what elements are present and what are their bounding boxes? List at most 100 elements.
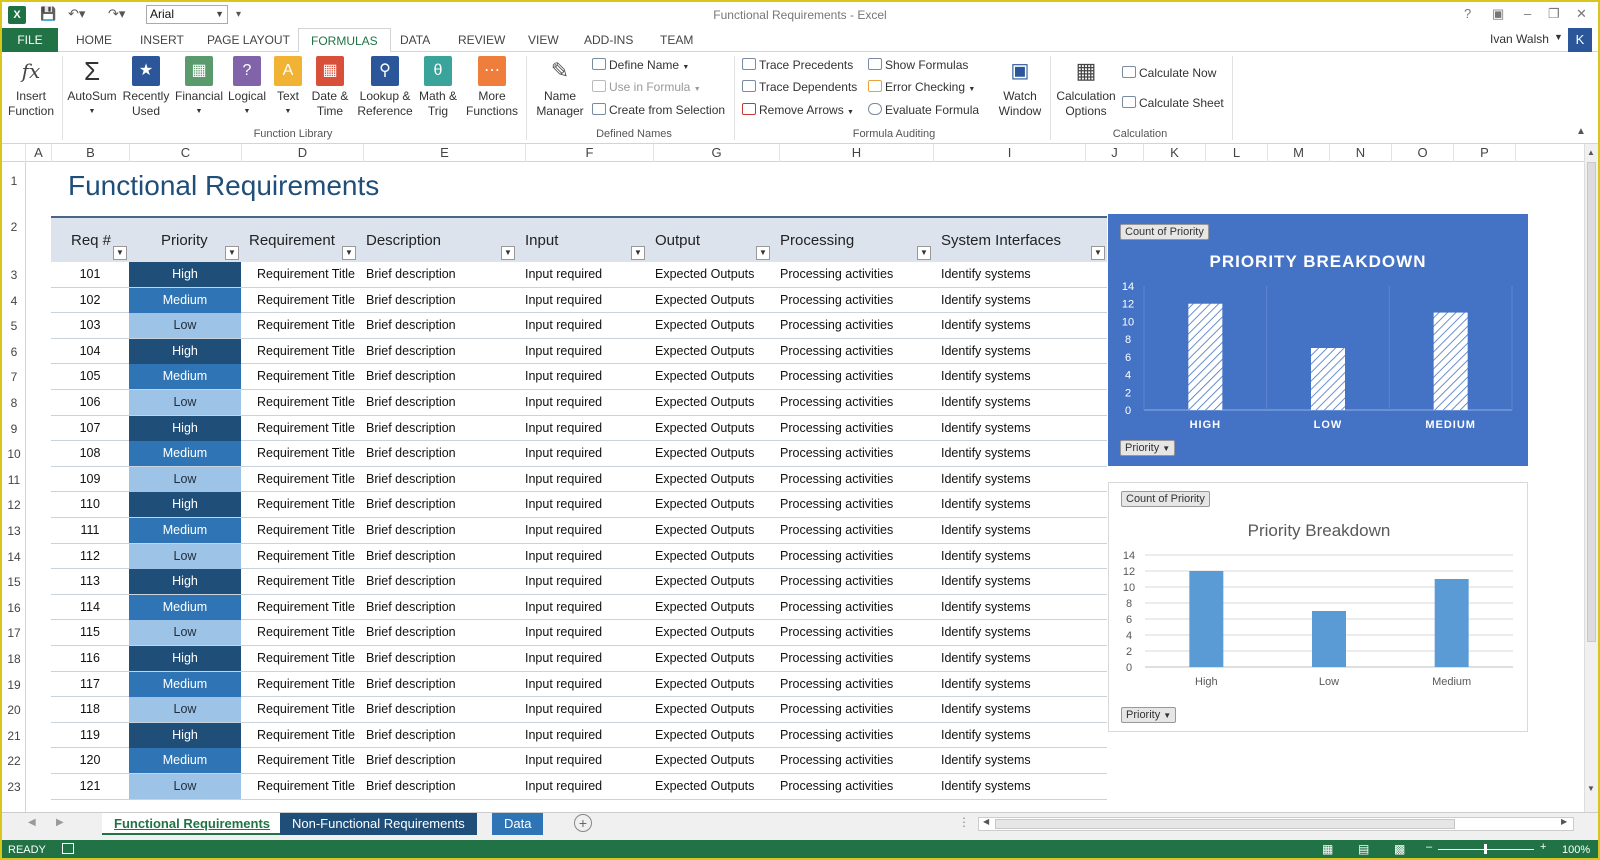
processing-cell[interactable]: Processing activities xyxy=(780,646,893,671)
description-cell[interactable]: Brief description xyxy=(366,774,456,799)
requirement-cell[interactable]: Requirement Title xyxy=(257,774,355,799)
output-cell[interactable]: Expected Outputs xyxy=(655,646,754,671)
output-cell[interactable]: Expected Outputs xyxy=(655,288,754,313)
priority-cell[interactable]: Medium xyxy=(129,748,241,774)
close-icon[interactable]: ✕ xyxy=(1576,6,1587,22)
priority-cell[interactable]: Low xyxy=(129,313,241,339)
collapse-ribbon-icon[interactable]: ▲ xyxy=(1576,126,1586,137)
output-cell[interactable]: Expected Outputs xyxy=(655,569,754,594)
row-header-5[interactable]: 5 xyxy=(2,319,26,335)
output-cell[interactable]: Expected Outputs xyxy=(655,697,754,722)
description-cell[interactable]: Brief description xyxy=(366,492,456,517)
output-cell[interactable]: Expected Outputs xyxy=(655,492,754,517)
calculation-options-button[interactable]: ▦ Calculation Options xyxy=(1054,56,1118,119)
priority-cell[interactable]: High xyxy=(129,338,241,364)
tab-file[interactable]: FILE xyxy=(2,28,58,52)
column-header-o[interactable]: O xyxy=(1392,144,1454,162)
processing-cell[interactable]: Processing activities xyxy=(780,672,893,697)
processing-cell[interactable]: Processing activities xyxy=(780,288,893,313)
user-name[interactable]: Ivan Walsh xyxy=(1490,32,1549,46)
output-cell[interactable]: Expected Outputs xyxy=(655,364,754,389)
req-number[interactable]: 104 xyxy=(51,339,129,364)
text-button[interactable]: A Text ▼ xyxy=(272,56,304,119)
next-sheet-icon[interactable]: ▶ xyxy=(56,817,64,828)
input-cell[interactable]: Input required xyxy=(525,646,602,671)
calculate-now-button[interactable]: Calculate Now xyxy=(1122,66,1216,80)
scroll-left-icon[interactable]: ◀ xyxy=(983,817,989,826)
remove-arrows-button[interactable]: Remove Arrows ▼ xyxy=(742,103,854,117)
row-header-21[interactable]: 21 xyxy=(2,729,26,745)
row-header-18[interactable]: 18 xyxy=(2,652,26,668)
requirement-cell[interactable]: Requirement Title xyxy=(257,697,355,722)
define-name-button[interactable]: Define Name ▼ xyxy=(592,58,689,72)
description-cell[interactable]: Brief description xyxy=(366,364,456,389)
column-header-c[interactable]: C xyxy=(130,144,242,162)
requirement-cell[interactable]: Requirement Title xyxy=(257,620,355,645)
column-header-f[interactable]: F xyxy=(526,144,654,162)
table-row[interactable]: 101 High Requirement Title Brief descriptio… xyxy=(51,262,1107,288)
table-row[interactable]: 109 Low Requirement Title Brief description… xyxy=(51,466,1107,493)
interfaces-cell[interactable]: Identify systems xyxy=(941,441,1031,466)
processing-cell[interactable]: Processing activities xyxy=(780,620,893,645)
input-cell[interactable]: Input required xyxy=(525,774,602,799)
show-formulas-button[interactable]: Show Formulas xyxy=(868,58,968,72)
description-cell[interactable]: Brief description xyxy=(366,646,456,671)
processing-cell[interactable]: Processing activities xyxy=(780,748,893,773)
date-time-button[interactable]: ▦ Date & Time xyxy=(306,56,354,119)
count-of-priority-button[interactable]: Count of Priority xyxy=(1120,224,1209,240)
interfaces-cell[interactable]: Identify systems xyxy=(941,262,1031,287)
priority-cell[interactable]: High xyxy=(129,415,241,441)
requirement-cell[interactable]: Requirement Title xyxy=(257,569,355,594)
req-number[interactable]: 115 xyxy=(51,620,129,645)
output-cell[interactable]: Expected Outputs xyxy=(655,595,754,620)
tab-view[interactable]: VIEW xyxy=(528,28,559,52)
column-header-n[interactable]: N xyxy=(1330,144,1392,162)
output-cell[interactable]: Expected Outputs xyxy=(655,313,754,338)
normal-view-icon[interactable]: ▦ xyxy=(1322,842,1333,856)
output-cell[interactable]: Expected Outputs xyxy=(655,774,754,799)
processing-cell[interactable]: Processing activities xyxy=(780,518,893,543)
tab-splitter[interactable]: ⋮ xyxy=(958,815,970,829)
row-header-13[interactable]: 13 xyxy=(2,524,26,540)
interfaces-cell[interactable]: Identify systems xyxy=(941,646,1031,671)
processing-cell[interactable]: Processing activities xyxy=(780,569,893,594)
table-row[interactable]: 110 High Requirement Title Brief descriptio… xyxy=(51,492,1107,518)
row-header-19[interactable]: 19 xyxy=(2,678,26,694)
tab-home[interactable]: HOME xyxy=(76,28,112,52)
vertical-scrollbar[interactable]: ▲ ▼ xyxy=(1584,144,1598,812)
requirement-cell[interactable]: Requirement Title xyxy=(257,672,355,697)
filter-dropdown-icon[interactable]: ▼ xyxy=(342,246,356,260)
req-number[interactable]: 114 xyxy=(51,595,129,620)
input-cell[interactable]: Input required xyxy=(525,416,602,441)
table-row[interactable]: 113 High Requirement Title Brief descriptio… xyxy=(51,569,1107,595)
req-number[interactable]: 111 xyxy=(51,518,129,543)
bar-medium[interactable] xyxy=(1434,579,1469,667)
priority-cell[interactable]: Medium xyxy=(129,441,241,467)
req-number[interactable]: 117 xyxy=(51,672,129,697)
table-row[interactable]: 114 Medium Requirement Title Brief descript… xyxy=(51,594,1107,621)
table-row[interactable]: 116 High Requirement Title Brief descriptio… xyxy=(51,646,1107,672)
interfaces-cell[interactable]: Identify systems xyxy=(941,390,1031,415)
interfaces-cell[interactable]: Identify systems xyxy=(941,620,1031,645)
description-cell[interactable]: Brief description xyxy=(366,441,456,466)
zoom-in-icon[interactable]: + xyxy=(1540,841,1546,853)
row-header-14[interactable]: 14 xyxy=(2,550,26,566)
output-cell[interactable]: Expected Outputs xyxy=(655,748,754,773)
row-header-8[interactable]: 8 xyxy=(2,396,26,412)
bar-low[interactable] xyxy=(1312,611,1346,667)
minimize-icon[interactable]: – xyxy=(1524,6,1531,21)
insert-function-button[interactable]: fx Insert Function xyxy=(6,56,56,119)
req-number[interactable]: 107 xyxy=(51,416,129,441)
create-from-selection-button[interactable]: Create from Selection xyxy=(592,103,725,117)
horizontal-scrollbar[interactable]: ◀ ▶ xyxy=(978,817,1574,831)
processing-cell[interactable]: Processing activities xyxy=(780,774,893,799)
table-row[interactable]: 120 Medium Requirement Title Brief descript… xyxy=(51,748,1107,774)
priority-cell[interactable]: High xyxy=(129,492,241,518)
requirement-cell[interactable]: Requirement Title xyxy=(257,288,355,313)
row-header-17[interactable]: 17 xyxy=(2,626,26,642)
description-cell[interactable]: Brief description xyxy=(366,262,456,287)
column-header-b[interactable]: B xyxy=(52,144,130,162)
bar-low[interactable] xyxy=(1311,348,1345,410)
column-header-p[interactable]: P xyxy=(1454,144,1516,162)
priority-cell[interactable]: Medium xyxy=(129,518,241,543)
